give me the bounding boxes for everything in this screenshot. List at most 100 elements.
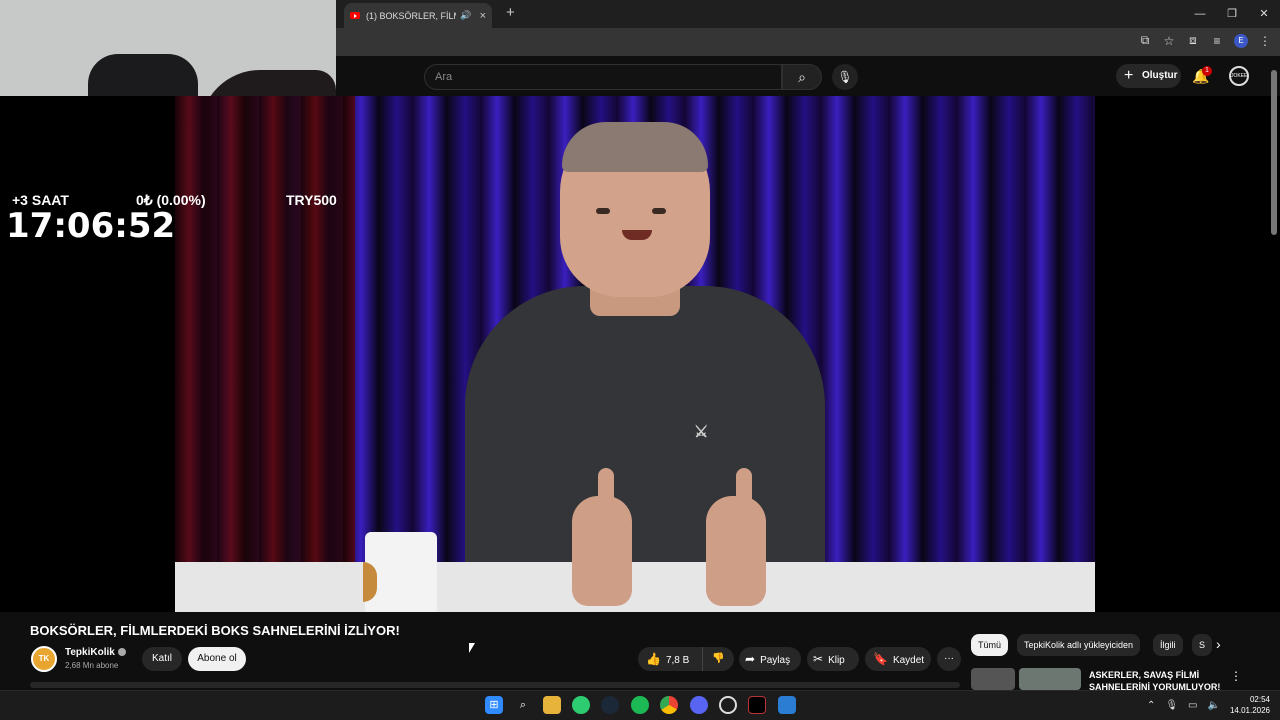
extensions-icon[interactable]: ⧈ xyxy=(1186,33,1200,48)
close-tab-icon[interactable]: × xyxy=(480,10,486,22)
settings-icon[interactable] xyxy=(719,696,737,714)
like-button[interactable]: 👍 7,8 B xyxy=(638,647,702,671)
scissors-icon: ✂ xyxy=(813,652,824,666)
verified-icon xyxy=(118,648,126,656)
window-controls: — ❐ ✕ xyxy=(1184,0,1280,28)
avatar[interactable]: JOKEE xyxy=(1229,66,1249,86)
youtube-header: Ara ⌕ 🎙 Oluştur 🔔 1 JOKEE xyxy=(336,56,1280,96)
mic-icon[interactable]: 🎙 xyxy=(1165,700,1178,711)
chip-all[interactable]: Tümü xyxy=(971,634,1009,656)
taskbar: ⊞ ⌕ ⌃ 🎙 ▭ 🔈 02:54 14.01.2026 xyxy=(0,690,1280,720)
subscriber-count: 2,68 Mn abone xyxy=(65,661,119,670)
video-title: BOKSÖRLER, FİLMLERDEKİ BOKS SAHNELERİNİ … xyxy=(30,623,400,638)
toolbar-icons: ⧉ ☆ ⧈ ≡ E ⋮ xyxy=(1138,33,1272,48)
minimize-button[interactable]: — xyxy=(1184,0,1216,28)
chip-related[interactable]: İlgili xyxy=(1153,634,1183,656)
more-actions-button[interactable]: ··· xyxy=(937,647,961,671)
browser-tabstrip: (1) BOKSÖRLER, FİLMLERDE 🔊 × + — ❐ ✕ xyxy=(336,0,1280,28)
chevron-right-icon[interactable]: › xyxy=(1216,636,1221,652)
video-right-hand xyxy=(706,496,766,606)
video-mug xyxy=(363,532,437,612)
clock-date: 14.01.2026 xyxy=(1229,706,1270,715)
address-bar[interactable]: ⧉ ☆ ⧈ ≡ E ⋮ xyxy=(336,28,1280,56)
video-person-eye xyxy=(596,208,610,214)
speaker-icon[interactable]: 🔊 xyxy=(460,10,471,21)
clip-button[interactable]: ✂ Klip xyxy=(807,647,859,671)
search-icon: ⌕ xyxy=(798,69,806,85)
maximize-button[interactable]: ❐ xyxy=(1216,0,1248,28)
save-button[interactable]: 🔖 Kaydet xyxy=(865,647,931,671)
clock-time: 02:54 xyxy=(1249,695,1270,704)
video-left-hand xyxy=(572,496,632,606)
scrollbar-thumb[interactable] xyxy=(1271,70,1277,235)
description-box-edge xyxy=(30,682,960,688)
mic-icon: 🎙 xyxy=(837,70,853,84)
new-tab-button[interactable]: + xyxy=(506,4,515,21)
photo-icon[interactable] xyxy=(778,696,796,714)
video-player[interactable]: ⚔ xyxy=(0,96,1280,612)
system-clock[interactable]: 02:54 14.01.2026 xyxy=(1230,694,1270,716)
app-icon[interactable] xyxy=(748,696,766,714)
windows-icon[interactable]: ⊞ xyxy=(485,696,503,714)
volume-icon[interactable]: 🔈 xyxy=(1208,700,1220,711)
install-app-icon[interactable]: ⧉ xyxy=(1138,33,1152,48)
video-table xyxy=(175,562,1095,612)
search-button[interactable]: ⌕ xyxy=(782,64,822,90)
screen: (1) BOKSÖRLER, FİLMLERDE 🔊 × + — ❐ ✕ ⧉ ☆… xyxy=(0,0,1280,720)
video-info: BOKSÖRLER, FİLMLERDEKİ BOKS SAHNELERİNİ … xyxy=(0,612,1280,691)
search-icon[interactable]: ⌕ xyxy=(514,696,532,714)
channel-avatar[interactable]: TK xyxy=(31,646,57,672)
like-count: 7,8 B xyxy=(665,655,690,666)
recommended-video-thumbnail[interactable] xyxy=(1019,668,1081,690)
media-control-icon[interactable]: ≡ xyxy=(1210,34,1224,48)
stat-goal: TRY500 xyxy=(286,192,337,208)
steam-icon[interactable] xyxy=(601,696,619,714)
thumbs-up-icon: 👍 xyxy=(646,652,661,666)
kebab-menu-icon[interactable]: ⋮ xyxy=(1230,669,1242,683)
video-person-hair xyxy=(562,122,708,172)
join-button[interactable]: Katıl xyxy=(142,647,182,671)
close-window-button[interactable]: ✕ xyxy=(1248,0,1280,28)
channel-name[interactable]: TepkiKolik xyxy=(65,647,115,658)
subscribe-button[interactable]: Abone ol xyxy=(188,647,246,671)
search-input[interactable]: Ara xyxy=(424,64,782,90)
video-person-eye xyxy=(652,208,666,214)
shirt-logo-icon: ⚔ xyxy=(694,424,709,441)
bookmark-star-icon[interactable]: ☆ xyxy=(1162,34,1176,48)
chip-from-uploader[interactable]: TepkiKolik adlı yükleyiciden xyxy=(1017,634,1141,656)
mouse-cursor xyxy=(469,643,475,653)
video-background-red-curtain xyxy=(175,96,355,566)
video-left-thumb xyxy=(598,468,614,512)
stream-clock: 17:06:52 xyxy=(6,206,176,246)
profile-icon[interactable]: E xyxy=(1234,33,1248,48)
tab-title: (1) BOKSÖRLER, FİLMLERDE xyxy=(366,10,456,21)
create-button[interactable]: Oluştur xyxy=(1116,64,1181,88)
youtube-favicon-icon xyxy=(350,12,360,19)
system-tray: ⌃ 🎙 ▭ 🔈 02:54 14.01.2026 xyxy=(1147,694,1270,716)
share-label: Paylaş xyxy=(760,655,791,666)
bookmark-icon: 🔖 xyxy=(873,652,888,666)
browser-menu-icon[interactable]: ⋮ xyxy=(1258,34,1272,48)
voice-search-button[interactable]: 🎙 xyxy=(832,64,858,90)
save-label: Kaydet xyxy=(892,655,925,666)
page-scrollbar[interactable] xyxy=(1270,60,1278,680)
clip-label: Klip xyxy=(828,655,845,666)
folder-icon[interactable] xyxy=(543,696,561,714)
monitor-icon[interactable]: ▭ xyxy=(1188,700,1197,711)
thumbs-down-icon: 👎 xyxy=(712,653,725,664)
discord-icon[interactable] xyxy=(690,696,708,714)
video-right-thumb xyxy=(736,468,752,512)
dislike-button[interactable]: 👎 xyxy=(702,647,734,671)
chip-partial[interactable]: S xyxy=(1192,634,1212,656)
share-button[interactable]: ➦ Paylaş xyxy=(739,647,801,671)
chrome-icon[interactable] xyxy=(660,696,678,714)
spotify-icon[interactable] xyxy=(631,696,649,714)
chevron-up-icon[interactable]: ⌃ xyxy=(1147,700,1155,711)
notification-badge: 1 xyxy=(1202,66,1212,76)
recommended-channel-thumb[interactable] xyxy=(971,668,1015,690)
video-person-torso xyxy=(465,286,825,576)
recommended-video-title[interactable]: ASKERLER, SAVAŞ FİLMİ SAHNELERİNİ YORUML… xyxy=(1089,669,1224,691)
whatsapp-icon[interactable] xyxy=(572,696,590,714)
share-icon: ➦ xyxy=(745,652,756,666)
browser-tab[interactable]: (1) BOKSÖRLER, FİLMLERDE 🔊 × xyxy=(344,3,492,28)
